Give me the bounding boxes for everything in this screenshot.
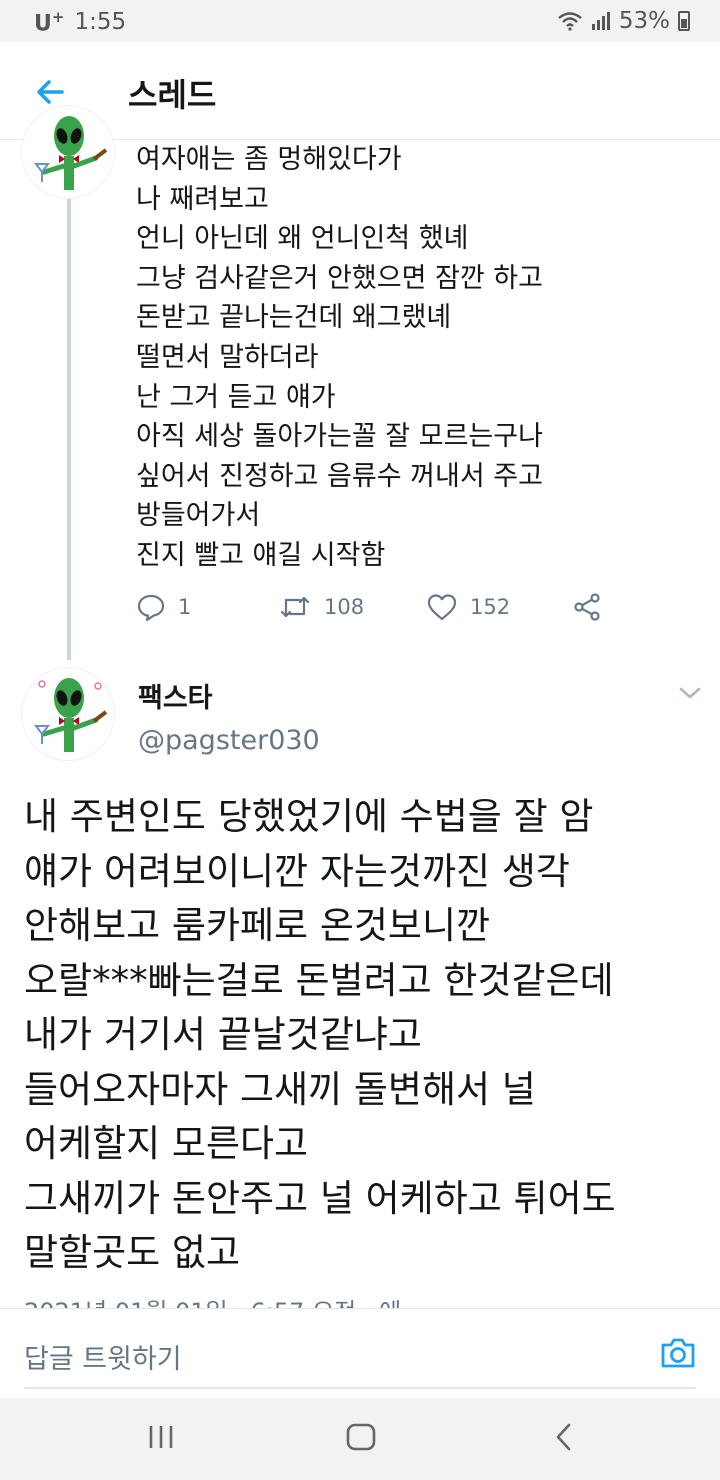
thread-connector-line: [67, 140, 71, 660]
home-icon[interactable]: [344, 1422, 378, 1452]
avatar[interactable]: [21, 105, 115, 199]
input-underline: [24, 1387, 696, 1389]
alien-avatar-icon: [34, 678, 108, 752]
reply-button[interactable]: 1: [136, 592, 191, 622]
tweet-line: 얘가 어려보이니깐 자는것까진 생각: [24, 849, 570, 893]
chevron-down-icon[interactable]: [678, 684, 702, 702]
tweet-line: 어케할지 모른다고: [24, 1122, 309, 1165]
reply-count: 1: [178, 595, 192, 619]
tweet-line: 방들어가서: [136, 500, 261, 532]
like-button[interactable]: 152: [426, 592, 510, 622]
carrier-label: U+: [34, 8, 65, 37]
page-title: 스레드: [128, 76, 217, 114]
retweet-icon: [280, 596, 310, 618]
tweet-line: 난 그거 듣고 얘가: [136, 381, 336, 413]
tweet-line: 안해보고 룸카페로 온것보니깐: [24, 904, 491, 947]
tweet-line: 내 주변인도 당했었기에 수법을 잘 암: [24, 795, 594, 838]
like-count: 152: [470, 595, 511, 619]
reply-input[interactable]: 답글 트윗하기: [24, 1337, 182, 1376]
avatar[interactable]: [21, 667, 115, 761]
heart-icon: [427, 594, 457, 621]
tweet-line: 오랄***빠는걸로 돈벌려고 한것같은데: [24, 958, 614, 1002]
retweet-button[interactable]: 108: [278, 592, 364, 622]
system-nav-bar: [0, 1398, 720, 1480]
tweet-line: 내가 거기서 끝날것같냐고: [24, 1013, 422, 1056]
tweet-line: 돈받고 끝나는건데 왜그랬녜: [136, 302, 452, 334]
recent-apps-icon[interactable]: [146, 1422, 176, 1452]
reply-icon: [137, 594, 165, 622]
tweet-line: 떨면서 말하더라: [136, 341, 319, 373]
tweet-line: 그새끼가 돈안주고 널 어케하고 튀어도: [24, 1176, 616, 1220]
tweet-text: 내 주변인도 당했었기에 수법을 잘 암 얘가 어려보이니깐 자는것까진 생각 …: [24, 790, 714, 1281]
tweet-line: 들어오자마자 그새끼 돌변해서 널: [24, 1067, 536, 1111]
tweet-line: 여자애는 좀 멍해있다가: [136, 144, 402, 175]
status-bar: U+ 1:55 53%: [0, 0, 720, 42]
share-button[interactable]: [572, 592, 602, 622]
reply-composer: 답글 트윗하기: [0, 1308, 720, 1398]
top-app-bar: 스레드: [0, 42, 720, 140]
share-icon: [574, 593, 600, 621]
tweet-line: 싶어서 진정하고 음류수 꺼내서 주고: [136, 460, 543, 492]
tweet-line: 말할곳도 없고: [24, 1231, 241, 1274]
camera-icon[interactable]: [658, 1333, 698, 1373]
battery-percent: 53%: [618, 8, 670, 34]
back-icon[interactable]: [552, 1422, 576, 1452]
battery-icon: [678, 11, 690, 31]
tweet-line: 진지 빨고 얘길 시작함: [136, 539, 386, 571]
tweet-line: 그냥 검사같은거 안했으면 잠깐 하고: [136, 262, 543, 294]
alien-avatar-icon: [34, 116, 108, 190]
clock: 1:55: [74, 9, 127, 36]
tweet-line: 나 째려보고: [136, 183, 269, 215]
tweet-author[interactable]: 팩스타 @pagster030: [138, 676, 320, 756]
retweet-count: 108: [324, 595, 365, 619]
signal-icon: [591, 12, 610, 30]
previous-tweet-text: 여자애는 좀 멍해있다가 나 째려보고 언니 아닌데 왜 언니인척 했녜 그냥 …: [136, 140, 696, 576]
wifi-icon: [558, 12, 582, 31]
tweet-actions: 1 108 152: [136, 592, 616, 632]
tweet-line: 아직 세상 돌아가는꼴 잘 모르는구나: [136, 421, 543, 453]
tweet-line: 언니 아닌데 왜 언니인척 했녜: [136, 223, 469, 255]
user-handle: @pagster030: [138, 725, 320, 756]
display-name: 팩스타: [138, 683, 213, 714]
